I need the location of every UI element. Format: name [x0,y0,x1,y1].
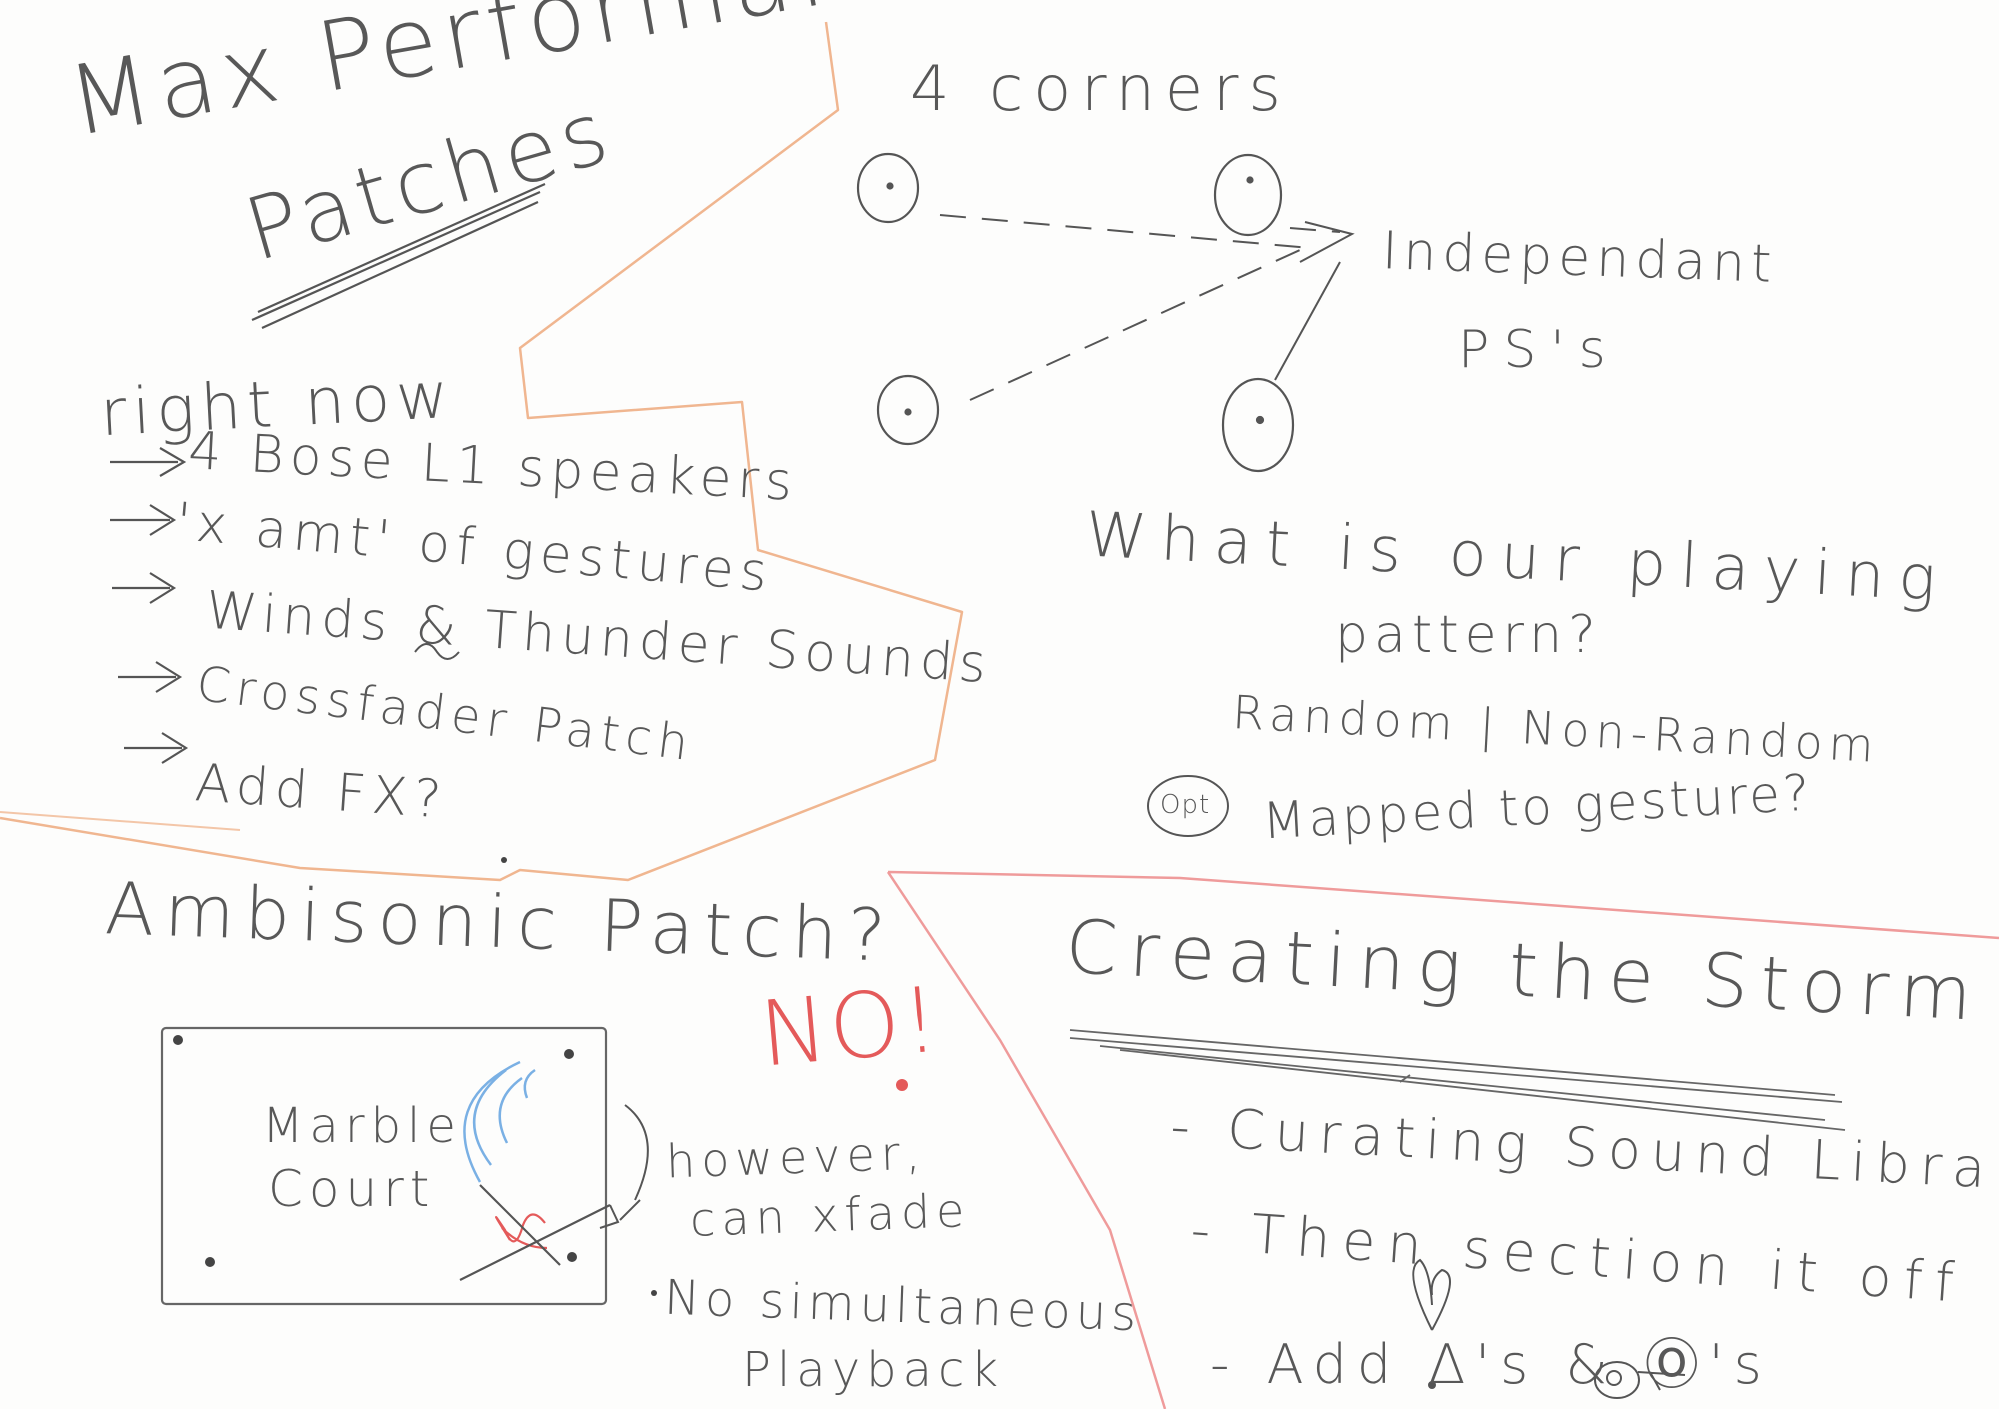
however-note: however, [665,1125,928,1189]
however-note: can xfade [689,1183,972,1247]
speaker-icon [1221,377,1295,473]
speaker-icon [1213,153,1283,237]
brace-curve [599,1104,649,1229]
crossed-out-mark [459,1184,611,1281]
opt-badge: Opt [1160,790,1211,820]
arrowhead-icon [1299,221,1355,263]
pencil-dot [501,857,507,863]
simultaneous-note: Playback [742,1342,1005,1398]
pencil-dot [651,1290,657,1296]
marble-court-label: Court [268,1160,436,1218]
storm-item: - Add Δ's & Ⓞ's [1210,1333,1772,1396]
corners-label: PS's [1458,320,1620,380]
corners-heading: 4 corners [910,52,1291,125]
list-arrow-icon [110,447,189,764]
marble-court-label: Marble [262,1098,462,1154]
no-answer: NO! [755,967,945,1088]
playing-question: pattern? [1335,605,1602,665]
red-dot [896,1079,908,1091]
orange-divider-line [0,811,241,831]
whiteboard-sketch: Max Performance Patches right now 4 Bose… [0,0,1999,1409]
speaker-icon [856,152,920,224]
speaker-connection-lines [1274,261,1341,381]
sound-wave-icon [463,1060,536,1183]
speaker-icon [876,374,940,446]
